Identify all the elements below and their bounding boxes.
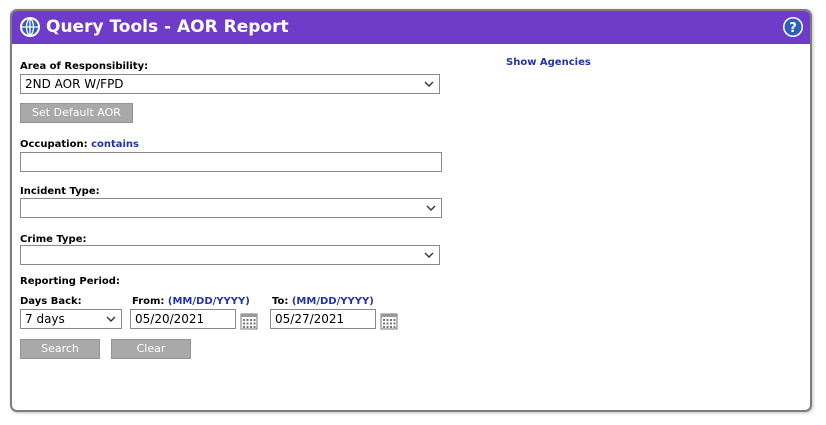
aor-label: Area of Responsibility: (20, 61, 149, 72)
chevron-down-icon (106, 316, 116, 322)
incident-type-select[interactable] (20, 198, 442, 218)
chevron-down-icon (424, 252, 434, 258)
globe-icon (20, 17, 40, 37)
occupation-contains-link[interactable]: contains (91, 139, 139, 150)
search-button[interactable]: Search (20, 339, 100, 359)
calendar-icon[interactable] (380, 312, 398, 330)
set-default-aor-button[interactable]: Set Default AOR (20, 103, 133, 123)
calendar-icon[interactable] (240, 312, 258, 330)
crime-type-select[interactable] (20, 245, 440, 265)
to-label: To: (272, 296, 289, 307)
svg-text:?: ? (789, 21, 797, 36)
to-format-hint: (MM/DD/YYYY) (291, 296, 374, 307)
show-agencies-link[interactable]: Show Agencies (506, 57, 591, 68)
days-back-value: 7 days (25, 312, 65, 326)
to-label-row: To: (MM/DD/YYYY) (272, 296, 374, 307)
to-date-input[interactable]: 05/27/2021 (270, 309, 376, 329)
clear-button[interactable]: Clear (111, 339, 191, 359)
help-icon[interactable]: ? (782, 16, 804, 38)
crime-type-label: Crime Type: (20, 234, 87, 245)
days-back-select[interactable]: 7 days (20, 309, 122, 329)
days-back-label: Days Back: (20, 296, 82, 307)
from-label: From: (132, 296, 165, 307)
aor-report-panel: Query Tools - AOR Report ? Area of Respo… (10, 9, 812, 412)
chevron-down-icon (424, 81, 434, 87)
from-format-hint: (MM/DD/YYYY) (167, 296, 250, 307)
aor-select[interactable]: 2ND AOR W/FPD (20, 74, 440, 94)
from-label-row: From: (MM/DD/YYYY) (132, 296, 250, 307)
title-bar: Query Tools - AOR Report ? (12, 11, 810, 44)
occupation-label: Occupation: (20, 139, 88, 150)
aor-value: 2ND AOR W/FPD (25, 77, 124, 91)
occupation-input[interactable] (20, 152, 442, 172)
from-date-input[interactable]: 05/20/2021 (130, 309, 236, 329)
reporting-period-label: Reporting Period: (20, 276, 120, 287)
chevron-down-icon (426, 205, 436, 211)
page-title: Query Tools - AOR Report (46, 17, 289, 37)
incident-type-label: Incident Type: (20, 186, 100, 197)
occupation-label-row: Occupation: contains (20, 139, 139, 150)
